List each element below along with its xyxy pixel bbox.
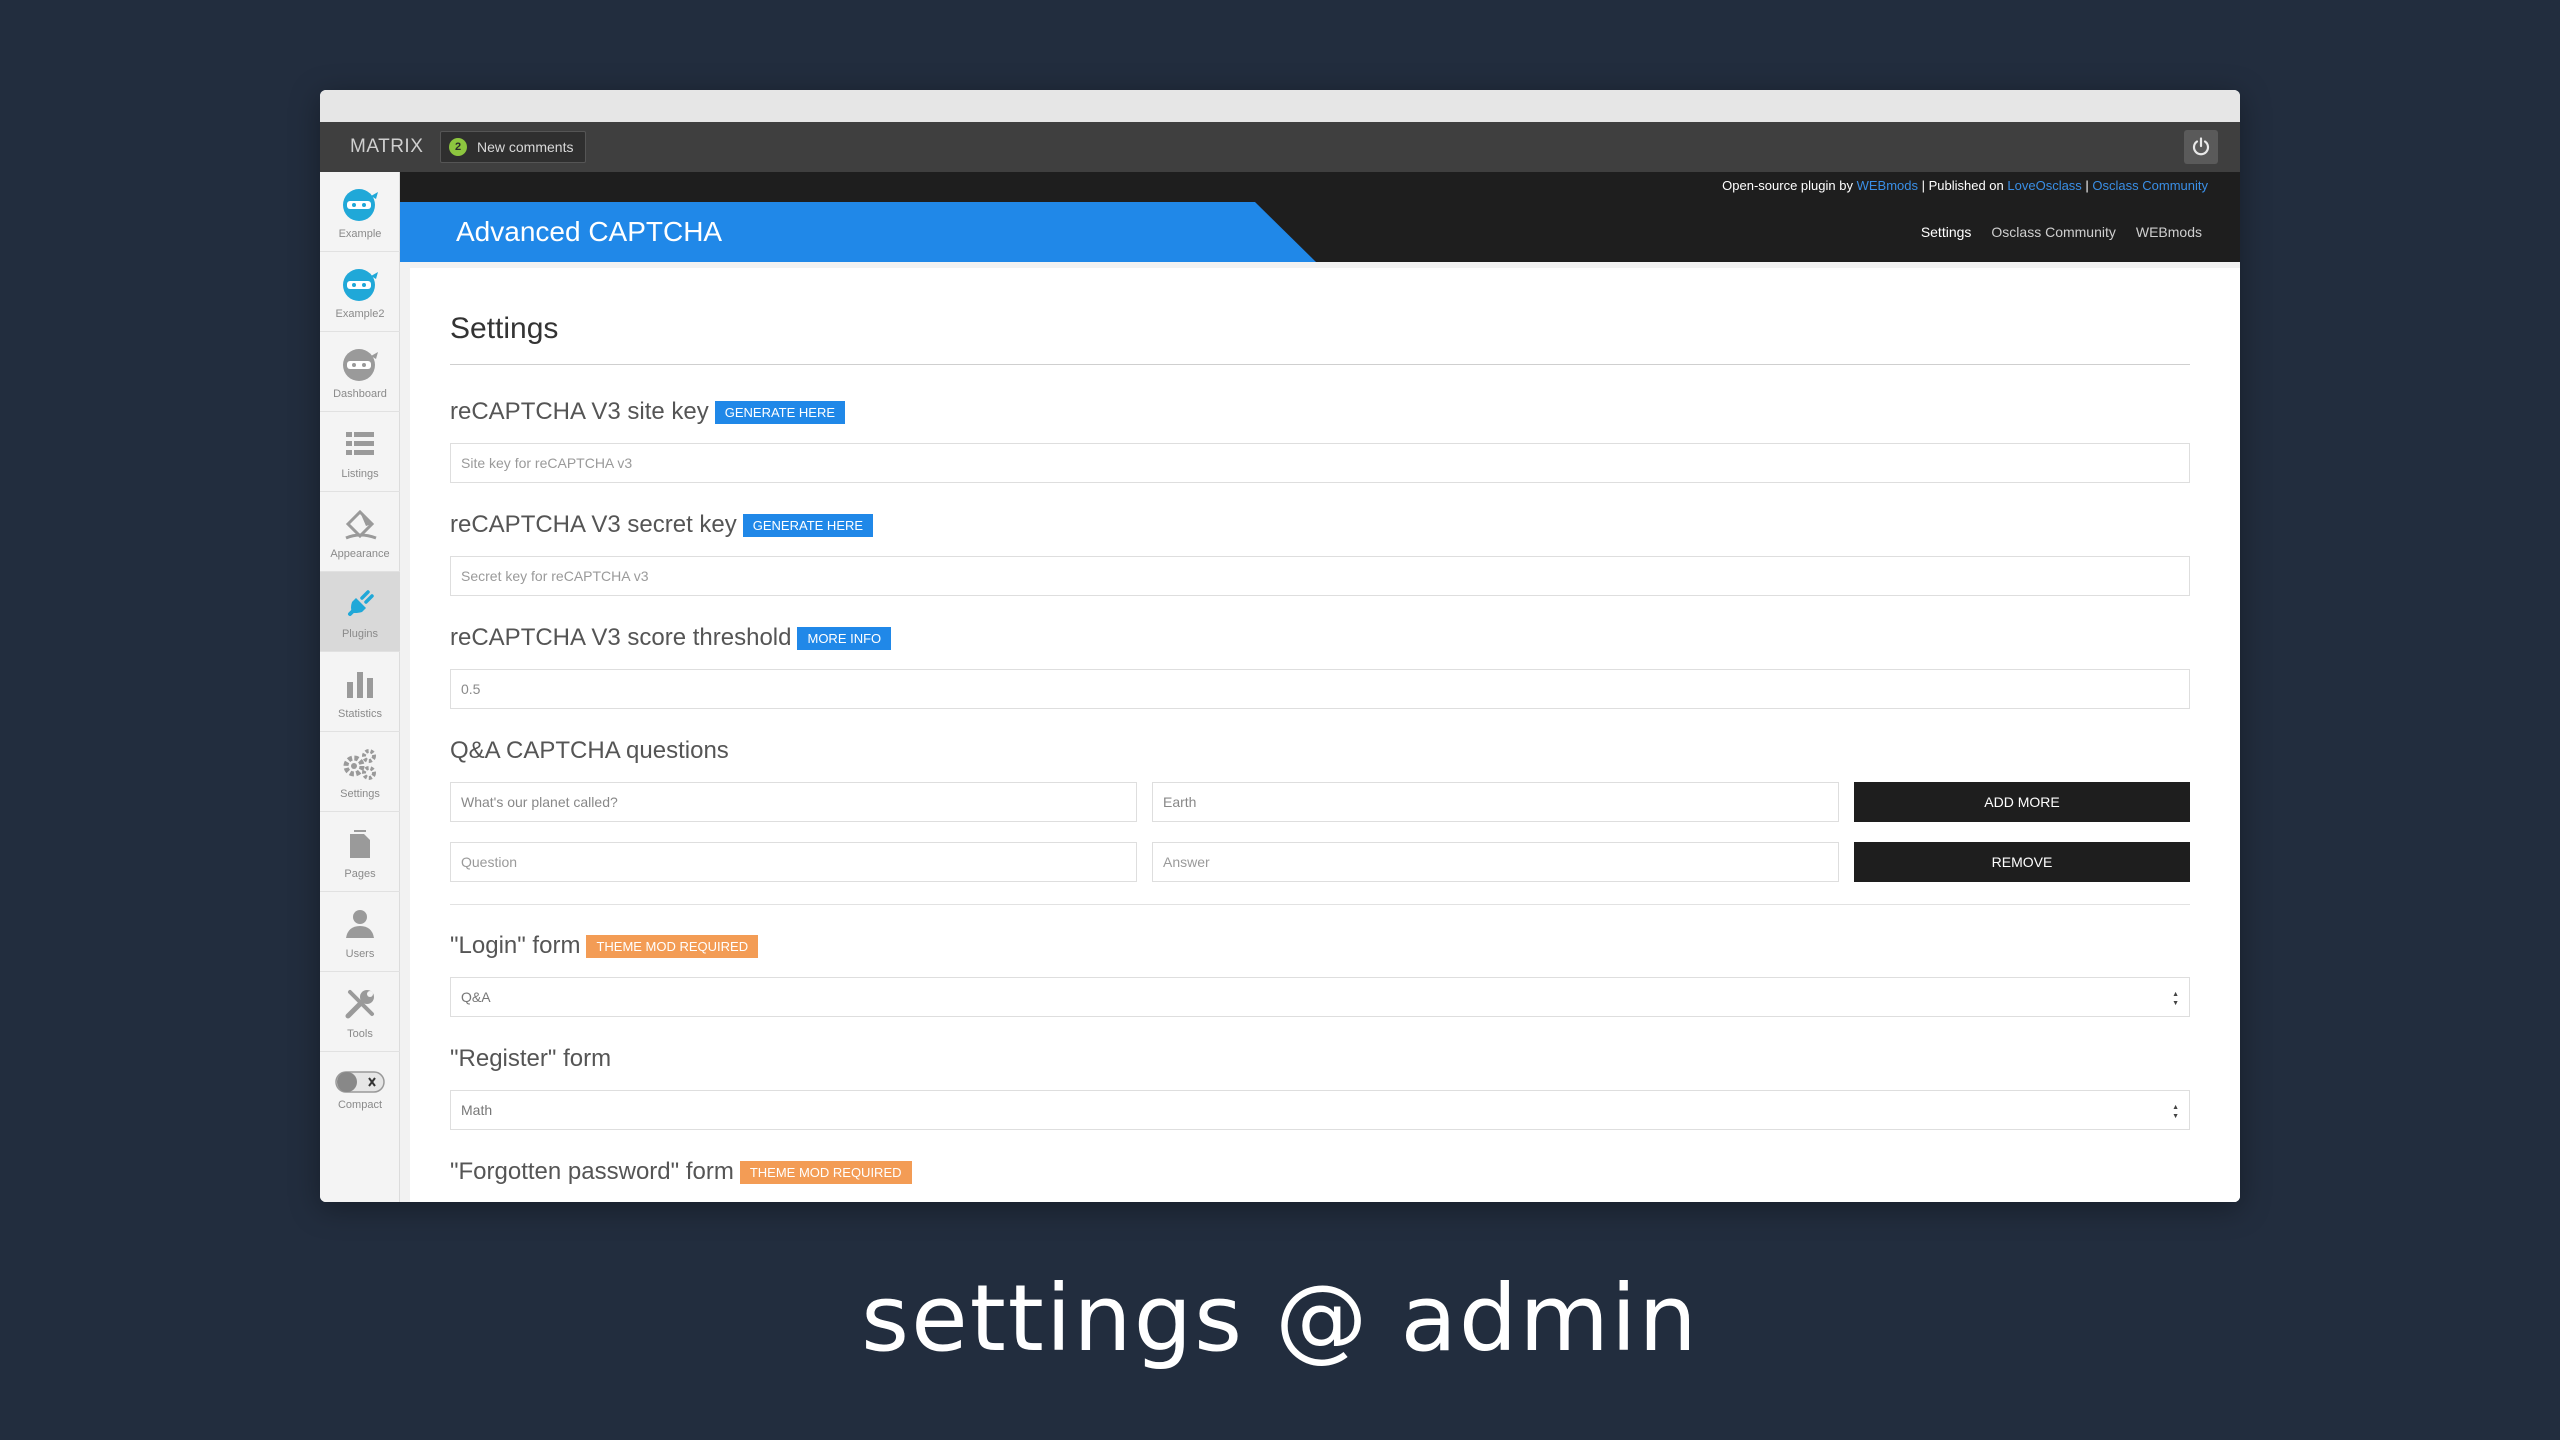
compact-toggle[interactable]: Compact bbox=[320, 1052, 400, 1128]
plug-icon bbox=[348, 589, 374, 616]
plugin-nav: Settings Osclass Community WEBmods bbox=[1921, 202, 2202, 262]
credit-text: Open-source plugin by bbox=[1722, 178, 1857, 193]
register-form-select-value: Math bbox=[461, 1102, 493, 1118]
pages-icon bbox=[350, 829, 370, 858]
brand-logo[interactable]: MATRIX bbox=[350, 122, 423, 172]
page-title: Settings bbox=[450, 312, 559, 345]
compact-label: Compact bbox=[337, 1099, 383, 1111]
sidebar-item-example2[interactable]: Example2 bbox=[320, 252, 400, 332]
admin-sidebar: Example Example2 Dashboard Listings Appe… bbox=[320, 172, 400, 1202]
sidebar-item-dashboard[interactable]: Dashboard bbox=[320, 332, 400, 412]
osclass-community-link[interactable]: Osclass Community bbox=[2092, 178, 2208, 193]
secret-key-input[interactable]: Secret key for reCAPTCHA v3 bbox=[450, 556, 2190, 596]
register-form-select[interactable]: Math ▲ ▼ bbox=[450, 1090, 2190, 1130]
window-chrome bbox=[320, 90, 2240, 122]
login-form-label: "Login" form THEME MOD REQUIRED bbox=[450, 932, 759, 960]
forgot-password-form-label: "Forgotten password" form THEME MOD REQU… bbox=[450, 1158, 912, 1186]
sidebar-item-label: Pages bbox=[344, 867, 376, 880]
loveosclass-link[interactable]: LoveOsclass bbox=[2007, 178, 2081, 193]
qa-question-input[interactable]: Question bbox=[450, 842, 1137, 882]
sidebar-item-label: Tools bbox=[347, 1027, 373, 1040]
plugin-nav-settings[interactable]: Settings bbox=[1921, 224, 1972, 240]
site-key-label-text: reCAPTCHA V3 site key bbox=[450, 398, 709, 425]
sidebar-item-statistics[interactable]: Statistics bbox=[320, 652, 400, 732]
qa-questions-label: Q&A CAPTCHA questions bbox=[450, 737, 729, 765]
qa-question-input[interactable]: What's our planet called? bbox=[450, 782, 1137, 822]
plugin-title: Advanced CAPTCHA bbox=[456, 216, 723, 247]
admin-topbar: MATRIX 2 New comments bbox=[320, 122, 2240, 172]
user-icon bbox=[346, 909, 374, 938]
sidebar-item-listings[interactable]: Listings bbox=[320, 412, 400, 492]
sidebar-item-label: Dashboard bbox=[333, 387, 387, 400]
register-form-label: "Register" form bbox=[450, 1045, 611, 1073]
caption-text: settings @ admin bbox=[861, 1265, 1699, 1372]
sidebar-item-label: Users bbox=[345, 947, 375, 960]
select-arrows-icon: ▲ ▼ bbox=[2172, 991, 2179, 1007]
sidebar-item-label: Plugins bbox=[341, 627, 379, 640]
plugin-header: Open-source plugin by WEBmods | Publishe… bbox=[400, 172, 2240, 262]
site-key-input[interactable]: Site key for reCAPTCHA v3 bbox=[450, 443, 2190, 483]
login-form-label-text: "Login" form bbox=[450, 932, 581, 959]
settings-card: Settings reCAPTCHA V3 site key GENERATE … bbox=[410, 268, 2240, 1202]
remove-button[interactable]: REMOVE bbox=[1854, 842, 2190, 882]
add-more-button[interactable]: ADD MORE bbox=[1854, 782, 2190, 822]
content-area: Settings reCAPTCHA V3 site key GENERATE … bbox=[400, 262, 2240, 1202]
login-form-select-value: Q&A bbox=[461, 989, 491, 1005]
theme-mod-required-badge: THEME MOD REQUIRED bbox=[586, 934, 759, 958]
power-icon bbox=[2192, 137, 2210, 156]
sidebar-item-label: Settings bbox=[340, 787, 380, 800]
bar-chart-icon bbox=[347, 671, 373, 698]
plugin-nav-osclass-community[interactable]: Osclass Community bbox=[1991, 224, 2115, 240]
notification-label: New comments bbox=[477, 139, 574, 155]
sidebar-item-users[interactable]: Users bbox=[320, 892, 400, 972]
forgot-password-form-label-text: "Forgotten password" form bbox=[450, 1158, 734, 1185]
qa-questions-label-text: Q&A CAPTCHA questions bbox=[450, 737, 729, 764]
sidebar-item-label: Example bbox=[338, 227, 382, 240]
qa-answer-input[interactable]: Earth bbox=[1152, 782, 1839, 822]
site-key-label: reCAPTCHA V3 site key GENERATE HERE bbox=[450, 398, 846, 426]
sidebar-item-label: Listings bbox=[341, 467, 379, 480]
logout-button[interactable] bbox=[2184, 130, 2218, 164]
theme-mod-required-badge: THEME MOD REQUIRED bbox=[739, 1160, 912, 1184]
notification-count-badge: 2 bbox=[449, 138, 467, 156]
webmods-link[interactable]: WEBmods bbox=[1857, 178, 1918, 193]
sidebar-item-label: Statistics bbox=[337, 707, 382, 720]
wrench-icon bbox=[345, 989, 374, 1018]
threshold-more-info-link[interactable]: MORE INFO bbox=[797, 626, 892, 650]
threshold-label-text: reCAPTCHA V3 score threshold bbox=[450, 624, 792, 651]
ninja-icon bbox=[343, 188, 378, 221]
credit-separator: | bbox=[2081, 178, 2093, 193]
sidebar-item-tools[interactable]: Tools bbox=[320, 972, 400, 1052]
notifications-button[interactable]: 2 New comments bbox=[440, 131, 587, 163]
sidebar-item-pages[interactable]: Pages bbox=[320, 812, 400, 892]
sidebar-item-plugins[interactable]: Plugins bbox=[320, 572, 400, 652]
threshold-label: reCAPTCHA V3 score threshold MORE INFO bbox=[450, 624, 892, 652]
plugin-credit: Open-source plugin by WEBmods | Publishe… bbox=[1722, 178, 2208, 193]
register-form-label-text: "Register" form bbox=[450, 1045, 612, 1072]
toggle-icon bbox=[335, 1071, 385, 1093]
login-form-select[interactable]: Q&A ▲ ▼ bbox=[450, 977, 2190, 1017]
sidebar-item-settings[interactable]: Settings bbox=[320, 732, 400, 812]
ninja-icon bbox=[343, 348, 378, 381]
list-icon bbox=[346, 431, 374, 455]
browser-window: MATRIX 2 New comments Example Example2 D… bbox=[320, 90, 2240, 1202]
secret-key-label-text: reCAPTCHA V3 secret key bbox=[450, 511, 737, 538]
heading-divider bbox=[450, 364, 2190, 365]
section-divider bbox=[450, 904, 2190, 905]
sidebar-item-appearance[interactable]: Appearance bbox=[320, 492, 400, 572]
generate-secret-key-link[interactable]: GENERATE HERE bbox=[742, 513, 874, 537]
credit-text: | Published on bbox=[1918, 178, 2008, 193]
generate-site-key-link[interactable]: GENERATE HERE bbox=[714, 400, 846, 424]
threshold-input[interactable]: 0.5 bbox=[450, 669, 2190, 709]
qa-answer-input[interactable]: Answer bbox=[1152, 842, 1839, 882]
select-arrows-icon: ▲ ▼ bbox=[2172, 1104, 2179, 1120]
gears-icon bbox=[343, 748, 376, 780]
sidebar-item-label: Appearance bbox=[330, 547, 390, 560]
plugin-nav-webmods[interactable]: WEBmods bbox=[2136, 224, 2202, 240]
sidebar-item-example[interactable]: Example bbox=[320, 172, 400, 252]
paint-icon bbox=[345, 509, 377, 539]
ninja-icon bbox=[343, 268, 378, 301]
secret-key-label: reCAPTCHA V3 secret key GENERATE HERE bbox=[450, 511, 874, 539]
sidebar-item-label: Example2 bbox=[335, 307, 385, 320]
